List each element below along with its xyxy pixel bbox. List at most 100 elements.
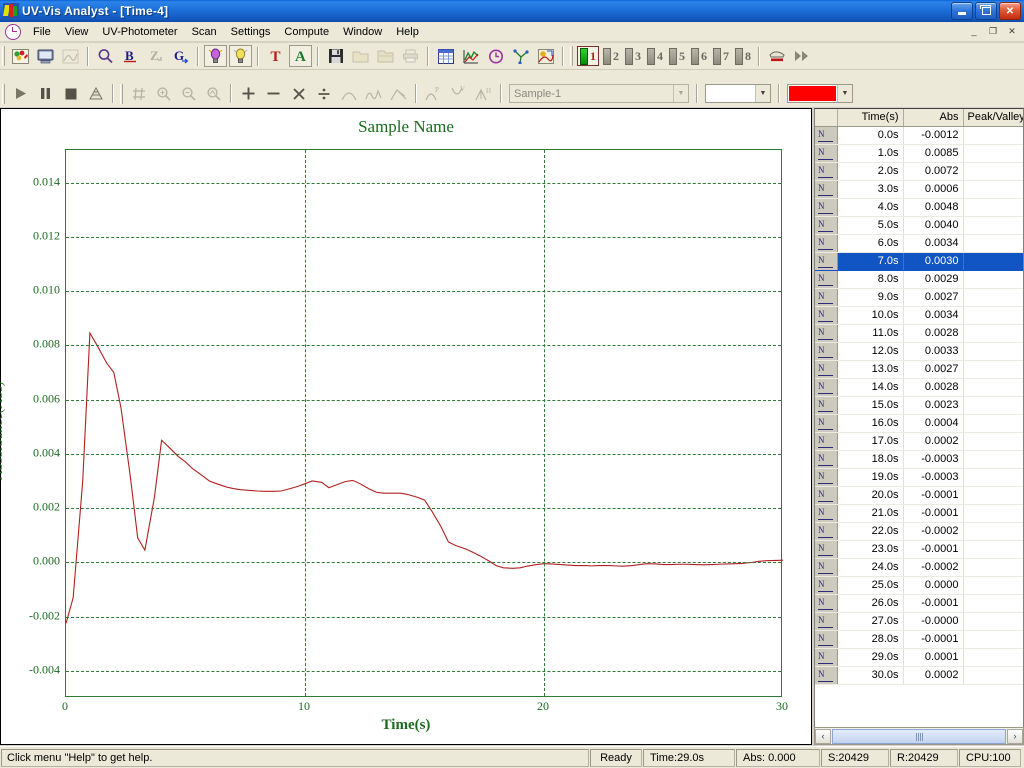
channel-button-4[interactable]: 4 bbox=[645, 46, 665, 66]
table-row[interactable]: N 9.0s 0.0027 bbox=[815, 288, 1023, 307]
channel-button-6[interactable]: 6 bbox=[689, 46, 709, 66]
zoom-tool-icon[interactable] bbox=[94, 45, 117, 67]
table-row[interactable]: N 4.0s 0.0048 bbox=[815, 198, 1023, 217]
row-marker-icon[interactable]: N bbox=[815, 540, 838, 559]
row-marker-icon[interactable]: N bbox=[815, 630, 838, 649]
column-header-abs[interactable]: Abs bbox=[903, 109, 964, 127]
row-marker-icon[interactable]: N bbox=[815, 198, 838, 217]
zoom-out-icon[interactable] bbox=[177, 83, 200, 105]
row-marker-icon[interactable]: N bbox=[815, 162, 838, 181]
row-marker-icon[interactable]: N bbox=[815, 216, 838, 235]
scroll-right-button[interactable]: › bbox=[1007, 728, 1023, 744]
row-marker-icon[interactable]: N bbox=[815, 666, 838, 685]
graph-icon[interactable] bbox=[459, 45, 482, 67]
row-marker-icon[interactable]: N bbox=[815, 234, 838, 253]
menu-window[interactable]: Window bbox=[336, 24, 389, 40]
mdi-close-button[interactable]: ✕ bbox=[1004, 24, 1020, 38]
data-table-icon[interactable] bbox=[434, 45, 457, 67]
blank-select[interactable]: ▼ bbox=[705, 84, 771, 103]
table-row[interactable]: N 18.0s -0.0003 bbox=[815, 450, 1023, 469]
table-row[interactable]: N 1.0s 0.0085 bbox=[815, 144, 1023, 163]
menu-uv-photometer[interactable]: UV-Photometer bbox=[95, 24, 184, 40]
table-row[interactable]: N 28.0s -0.0001 bbox=[815, 630, 1023, 649]
table-row[interactable]: N 15.0s 0.0023 bbox=[815, 396, 1023, 415]
stop-button[interactable] bbox=[59, 83, 82, 105]
row-marker-icon[interactable]: N bbox=[815, 558, 838, 577]
table-row[interactable]: N 20.0s -0.0001 bbox=[815, 486, 1023, 505]
plot-area[interactable] bbox=[65, 149, 783, 697]
peak-icon[interactable] bbox=[337, 83, 360, 105]
row-marker-icon[interactable]: N bbox=[815, 252, 838, 271]
table-row[interactable]: N 19.0s -0.0003 bbox=[815, 468, 1023, 487]
row-marker-icon[interactable]: N bbox=[815, 270, 838, 289]
toolbar-grip[interactable] bbox=[570, 46, 573, 66]
toolbar-grip[interactable] bbox=[2, 83, 5, 104]
row-marker-icon[interactable]: N bbox=[815, 432, 838, 451]
add-icon[interactable] bbox=[237, 83, 260, 105]
row-marker-icon[interactable]: N bbox=[815, 648, 838, 667]
toolbar-grip[interactable] bbox=[2, 46, 5, 66]
row-marker-icon[interactable]: N bbox=[815, 468, 838, 487]
monitor-icon[interactable] bbox=[34, 45, 57, 67]
lamp-on-icon[interactable] bbox=[204, 45, 227, 67]
row-marker-icon[interactable]: N bbox=[815, 612, 838, 631]
column-header-handle[interactable] bbox=[815, 109, 838, 127]
fast-forward-icon[interactable] bbox=[790, 45, 813, 67]
row-marker-icon[interactable]: N bbox=[815, 450, 838, 469]
row-marker-icon[interactable]: N bbox=[815, 576, 838, 595]
zoom-in-icon[interactable] bbox=[152, 83, 175, 105]
table-row[interactable]: N 17.0s 0.0002 bbox=[815, 432, 1023, 451]
menu-help[interactable]: Help bbox=[389, 24, 426, 40]
row-marker-icon[interactable]: N bbox=[815, 306, 838, 325]
table-row[interactable]: N 23.0s -0.0001 bbox=[815, 540, 1023, 559]
table-row[interactable]: N 26.0s -0.0001 bbox=[815, 594, 1023, 613]
table-row[interactable]: N 2.0s 0.0072 bbox=[815, 162, 1023, 181]
annotate-a-icon[interactable]: A bbox=[289, 45, 312, 67]
gain-g-icon[interactable]: G bbox=[169, 45, 192, 67]
scroll-track[interactable] bbox=[832, 728, 1006, 744]
channel-button-2[interactable]: 2 bbox=[601, 46, 621, 66]
zoom-fit-icon[interactable] bbox=[202, 83, 225, 105]
table-row[interactable]: N 25.0s 0.0000 bbox=[815, 576, 1023, 595]
close-button[interactable]: ✕ bbox=[999, 2, 1021, 20]
table-row[interactable]: N 24.0s -0.0002 bbox=[815, 558, 1023, 577]
multi-scan-icon[interactable] bbox=[534, 45, 557, 67]
lamp-off-icon[interactable] bbox=[229, 45, 252, 67]
new-document-icon[interactable] bbox=[9, 45, 32, 67]
peak-height-icon[interactable]: H bbox=[472, 83, 495, 105]
folder-icon[interactable] bbox=[374, 45, 397, 67]
channel-button-1[interactable]: 1 bbox=[577, 46, 599, 66]
play-button[interactable] bbox=[9, 83, 32, 105]
table-row[interactable]: N 7.0s 0.0030 bbox=[815, 252, 1023, 271]
valley-pick-icon[interactable]: V bbox=[447, 83, 470, 105]
table-row[interactable]: N 16.0s 0.0004 bbox=[815, 414, 1023, 433]
column-header-peak-valley[interactable]: Peak/Valley bbox=[963, 109, 1023, 127]
peak-pick-icon[interactable]: P bbox=[422, 83, 445, 105]
text-tool-icon[interactable]: T bbox=[264, 45, 287, 67]
divide-icon[interactable] bbox=[312, 83, 335, 105]
table-row[interactable]: N 12.0s 0.0033 bbox=[815, 342, 1023, 361]
spectrum-icon[interactable] bbox=[59, 45, 82, 67]
menu-file[interactable]: File bbox=[26, 24, 58, 40]
print-icon[interactable] bbox=[399, 45, 422, 67]
menu-compute[interactable]: Compute bbox=[277, 24, 336, 40]
cuvette-icon[interactable] bbox=[765, 45, 788, 67]
table-row[interactable]: N 13.0s 0.0027 bbox=[815, 360, 1023, 379]
scroll-left-button[interactable]: ‹ bbox=[815, 728, 831, 744]
maximize-button[interactable] bbox=[975, 2, 997, 20]
grid-toggle-icon[interactable] bbox=[127, 83, 150, 105]
row-marker-icon[interactable]: N bbox=[815, 144, 838, 163]
table-row[interactable]: N 6.0s 0.0034 bbox=[815, 234, 1023, 253]
timer-icon[interactable] bbox=[484, 45, 507, 67]
table-row[interactable]: N 11.0s 0.0028 bbox=[815, 324, 1023, 343]
row-marker-icon[interactable]: N bbox=[815, 180, 838, 199]
derivative-icon[interactable] bbox=[387, 83, 410, 105]
row-marker-icon[interactable]: N bbox=[815, 288, 838, 307]
row-marker-icon[interactable]: N bbox=[815, 126, 838, 145]
table-row[interactable]: N 8.0s 0.0029 bbox=[815, 270, 1023, 289]
subtract-icon[interactable] bbox=[262, 83, 285, 105]
mdi-restore-button[interactable]: ❐ bbox=[985, 24, 1001, 38]
table-row[interactable]: N 27.0s -0.0000 bbox=[815, 612, 1023, 631]
data-table-panel[interactable]: Time(s) Abs Peak/Valley N 0.0s -0.0012 N 1.0… bbox=[814, 108, 1024, 745]
row-marker-icon[interactable]: N bbox=[815, 324, 838, 343]
